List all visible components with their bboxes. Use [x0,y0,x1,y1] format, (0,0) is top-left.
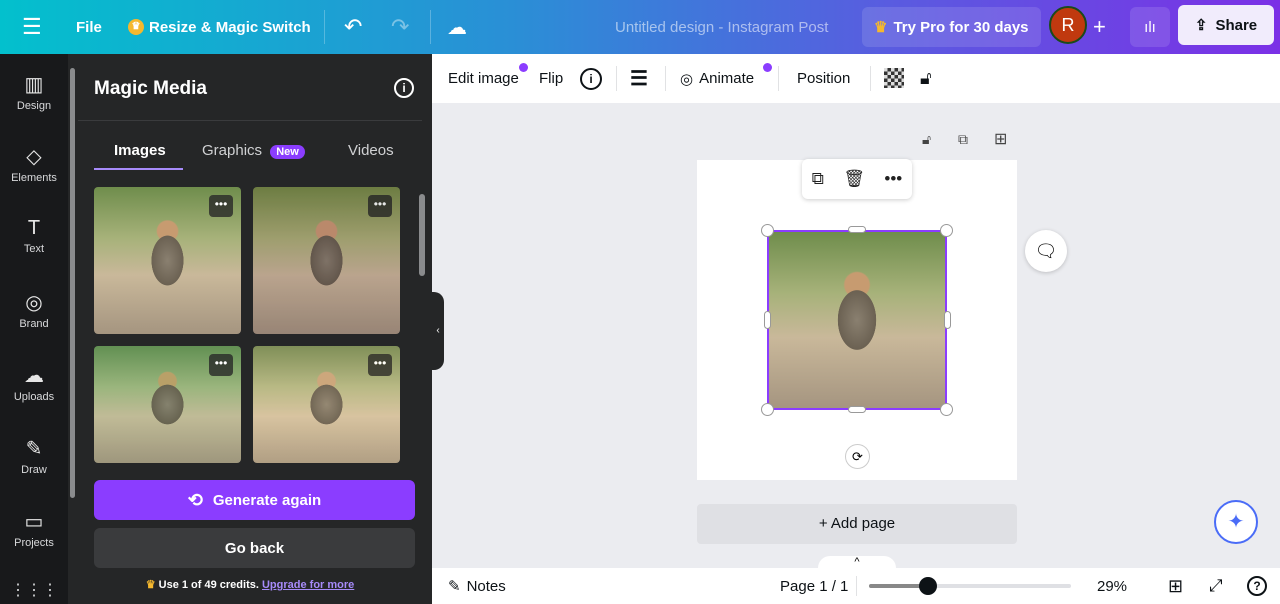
context-toolbar: Edit image Flip i ☰ ◎ Animate Position 🔓︎ [432,54,1280,103]
fullscreen-icon[interactable]: ⤢ [1209,568,1223,604]
generated-image-4[interactable]: ••• [253,346,400,463]
try-pro-button[interactable]: ♛ Try Pro for 30 days [862,7,1041,47]
tab-images[interactable]: Images [114,142,166,159]
zoom-slider-thumb[interactable] [918,577,937,595]
resize-handle[interactable] [944,311,951,329]
rotate-icon[interactable]: ⟳ [845,444,870,469]
panel-title: Magic Media [94,78,207,99]
resize-handle[interactable] [940,403,953,416]
tab-videos[interactable]: Videos [348,142,394,159]
file-menu[interactable]: File [76,0,102,54]
crown-icon: ♛ [128,19,144,35]
undo-icon[interactable]: ↶ [344,0,362,54]
lock-icon[interactable]: 🔓︎ [920,54,932,103]
refresh-icon: ⟲ [187,489,203,510]
resize-handle[interactable] [848,226,866,233]
rail-scrollbar[interactable] [70,68,75,498]
rail-design[interactable]: ▥ Design [0,72,68,112]
add-page-button[interactable]: + Add page [697,504,1017,544]
resize-handle[interactable] [761,224,774,237]
animate-icon: ◎ [680,70,694,88]
add-page-icon[interactable]: ⊞ [994,129,1007,149]
rail-text[interactable]: T Text [0,217,68,255]
redo-icon[interactable]: ↷ [391,0,409,54]
top-bar: ☰ File ♛ Resize & Magic Switch ↶ ↷ ☁ Unti… [0,0,1280,54]
info-icon[interactable]: i [580,68,602,90]
elements-icon: ◇ [26,146,42,168]
grid-view-icon[interactable]: ⊞ [1168,568,1183,604]
credits-text: ♛ Use 1 of 49 credits. Upgrade for more [145,579,355,591]
resize-handle[interactable] [940,224,953,237]
avatar[interactable]: R [1049,6,1087,44]
page-indicator[interactable]: Page 1 / 1 [780,568,848,604]
resize-handle[interactable] [848,406,866,413]
resize-button[interactable]: ♛ Resize & Magic Switch [128,0,311,54]
resize-handle[interactable] [764,311,771,329]
duplicate-page-icon[interactable]: ⧉ [958,131,968,148]
collapse-panel-handle[interactable]: ‹ [432,292,444,370]
position-button[interactable]: Position [797,54,850,103]
uploads-icon: ☁ [24,365,44,387]
brand-icon: ◎ [25,292,43,314]
add-member-icon[interactable]: + [1093,0,1106,54]
more-icon[interactable]: ••• [368,354,392,376]
left-rail: ▥ Design ◇ Elements T Text ◎ Brand ☁ Uploads … [0,54,68,604]
crown-icon: ♛ [874,19,888,36]
rail-elements[interactable]: ◇ Elements [0,144,68,184]
draw-icon: ✎ [25,438,43,460]
apps-icon[interactable]: ⋮⋮⋮ [0,580,68,600]
cloud-saved-icon[interactable]: ☁ [447,0,467,54]
zoom-level[interactable]: 29% [1097,568,1127,604]
add-comment-icon[interactable]: 🗨︎ [1025,230,1067,272]
rail-uploads[interactable]: ☁ Uploads [0,363,68,403]
help-icon[interactable]: ? [1247,576,1267,596]
rail-projects[interactable]: ▭ Projects [0,509,68,549]
more-icon[interactable]: ••• [209,354,233,376]
share-icon: ⇪ [1194,17,1208,34]
border-style-icon[interactable]: ☰ [630,54,648,103]
more-icon[interactable]: ••• [368,195,392,217]
info-icon[interactable]: i [394,78,414,98]
selected-image[interactable] [767,230,947,410]
projects-icon: ▭ [24,511,44,533]
more-icon[interactable]: ••• [209,195,233,217]
bottom-bar: ✎ Notes Page 1 / 1 29% ⊞ ⤢ ? [432,568,1280,604]
transparency-icon[interactable] [884,68,904,88]
trash-icon[interactable]: 🗑︎ [843,169,865,189]
crown-icon: ♛ [145,579,156,591]
go-back-button[interactable]: Go back [94,528,415,568]
rail-draw[interactable]: ✎ Draw [0,436,68,476]
duplicate-icon[interactable]: ⧉ [812,169,824,189]
notes-icon: ✎ [448,578,461,595]
new-badge: New [270,145,305,159]
lock-icon[interactable]: 🔓︎ [922,131,931,148]
resize-handle[interactable] [761,403,774,416]
share-button[interactable]: ⇪ Share [1178,5,1274,45]
design-title[interactable]: Untitled design - Instagram Post [615,0,828,54]
notes-button[interactable]: ✎ Notes [448,568,506,604]
magic-assistant-icon[interactable]: ✦ [1214,500,1258,544]
generated-image-3[interactable]: ••• [94,346,241,463]
generated-image-2[interactable]: ••• [253,187,400,334]
more-icon[interactable]: ••• [884,169,902,189]
text-icon: T [27,217,41,239]
design-icon: ▥ [24,74,44,96]
panel-scrollbar[interactable] [419,194,425,276]
analytics-icon[interactable]: ılı [1130,7,1170,47]
generated-image-1[interactable]: ••• [94,187,241,334]
flip-button[interactable]: Flip [539,54,563,103]
element-toolbar: ⧉ 🗑︎ ••• [802,159,912,199]
edit-image-button[interactable]: Edit image [448,54,519,103]
generate-again-button[interactable]: ⟲ Generate again [94,480,415,520]
animate-button[interactable]: ◎ Animate [680,54,754,103]
tab-graphics[interactable]: Graphics New [202,142,305,159]
menu-icon[interactable]: ☰ [22,0,42,54]
magic-media-panel: Magic Media i Images Graphics New Videos… [68,54,432,604]
zoom-slider[interactable] [869,584,1071,588]
upgrade-link[interactable]: Upgrade for more [262,579,354,591]
rail-brand[interactable]: ◎ Brand [0,290,68,330]
